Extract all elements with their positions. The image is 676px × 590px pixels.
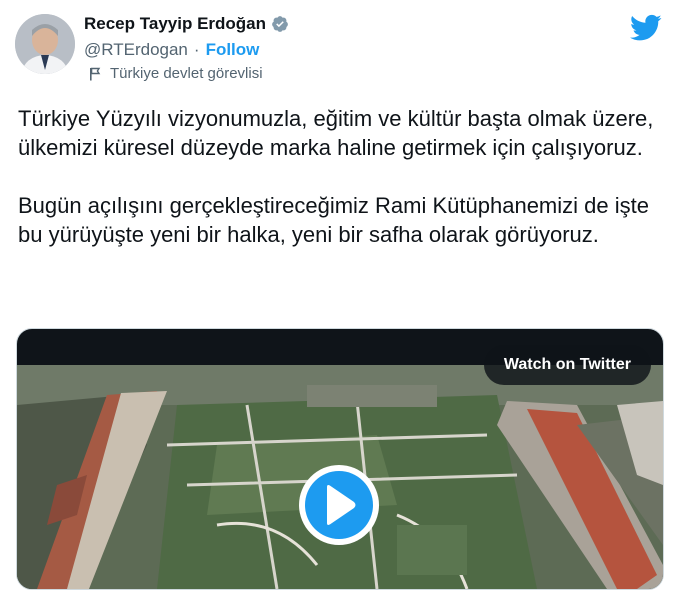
twitter-bird-icon[interactable]	[630, 14, 662, 42]
separator-dot: ·	[193, 40, 200, 59]
watch-on-twitter-button[interactable]: Watch on Twitter	[483, 345, 651, 385]
flag-icon	[90, 67, 101, 80]
tweet-card: Recep Tayyip Erdoğan @RTErdogan · Follow…	[0, 0, 676, 590]
author-handle-row: @RTErdogan · Follow	[84, 40, 259, 60]
author-handle[interactable]: @RTErdogan	[84, 40, 188, 60]
play-icon	[327, 485, 356, 525]
play-button[interactable]	[299, 465, 379, 545]
author-name-row: Recep Tayyip Erdoğan	[84, 12, 289, 36]
avatar[interactable]	[15, 14, 75, 74]
follow-button[interactable]: Follow	[206, 40, 260, 60]
avatar-image	[15, 14, 75, 74]
government-label-text: Türkiye devlet görevlisi	[110, 65, 263, 82]
tweet-paragraph: Türkiye Yüzyılı vizyonumuzla, eğitim ve …	[18, 106, 654, 160]
tweet-text: Türkiye Yüzyılı vizyonumuzla, eğitim ve …	[18, 104, 668, 249]
government-label[interactable]: Türkiye devlet görevlisi	[88, 65, 263, 82]
video-player[interactable]: Watch on Twitter	[16, 328, 664, 590]
author-name[interactable]: Recep Tayyip Erdoğan	[84, 14, 266, 34]
verified-badge-icon	[272, 16, 288, 32]
tweet-paragraph: Bugün açılışını gerçekleştireceğimiz Ram…	[18, 193, 649, 247]
